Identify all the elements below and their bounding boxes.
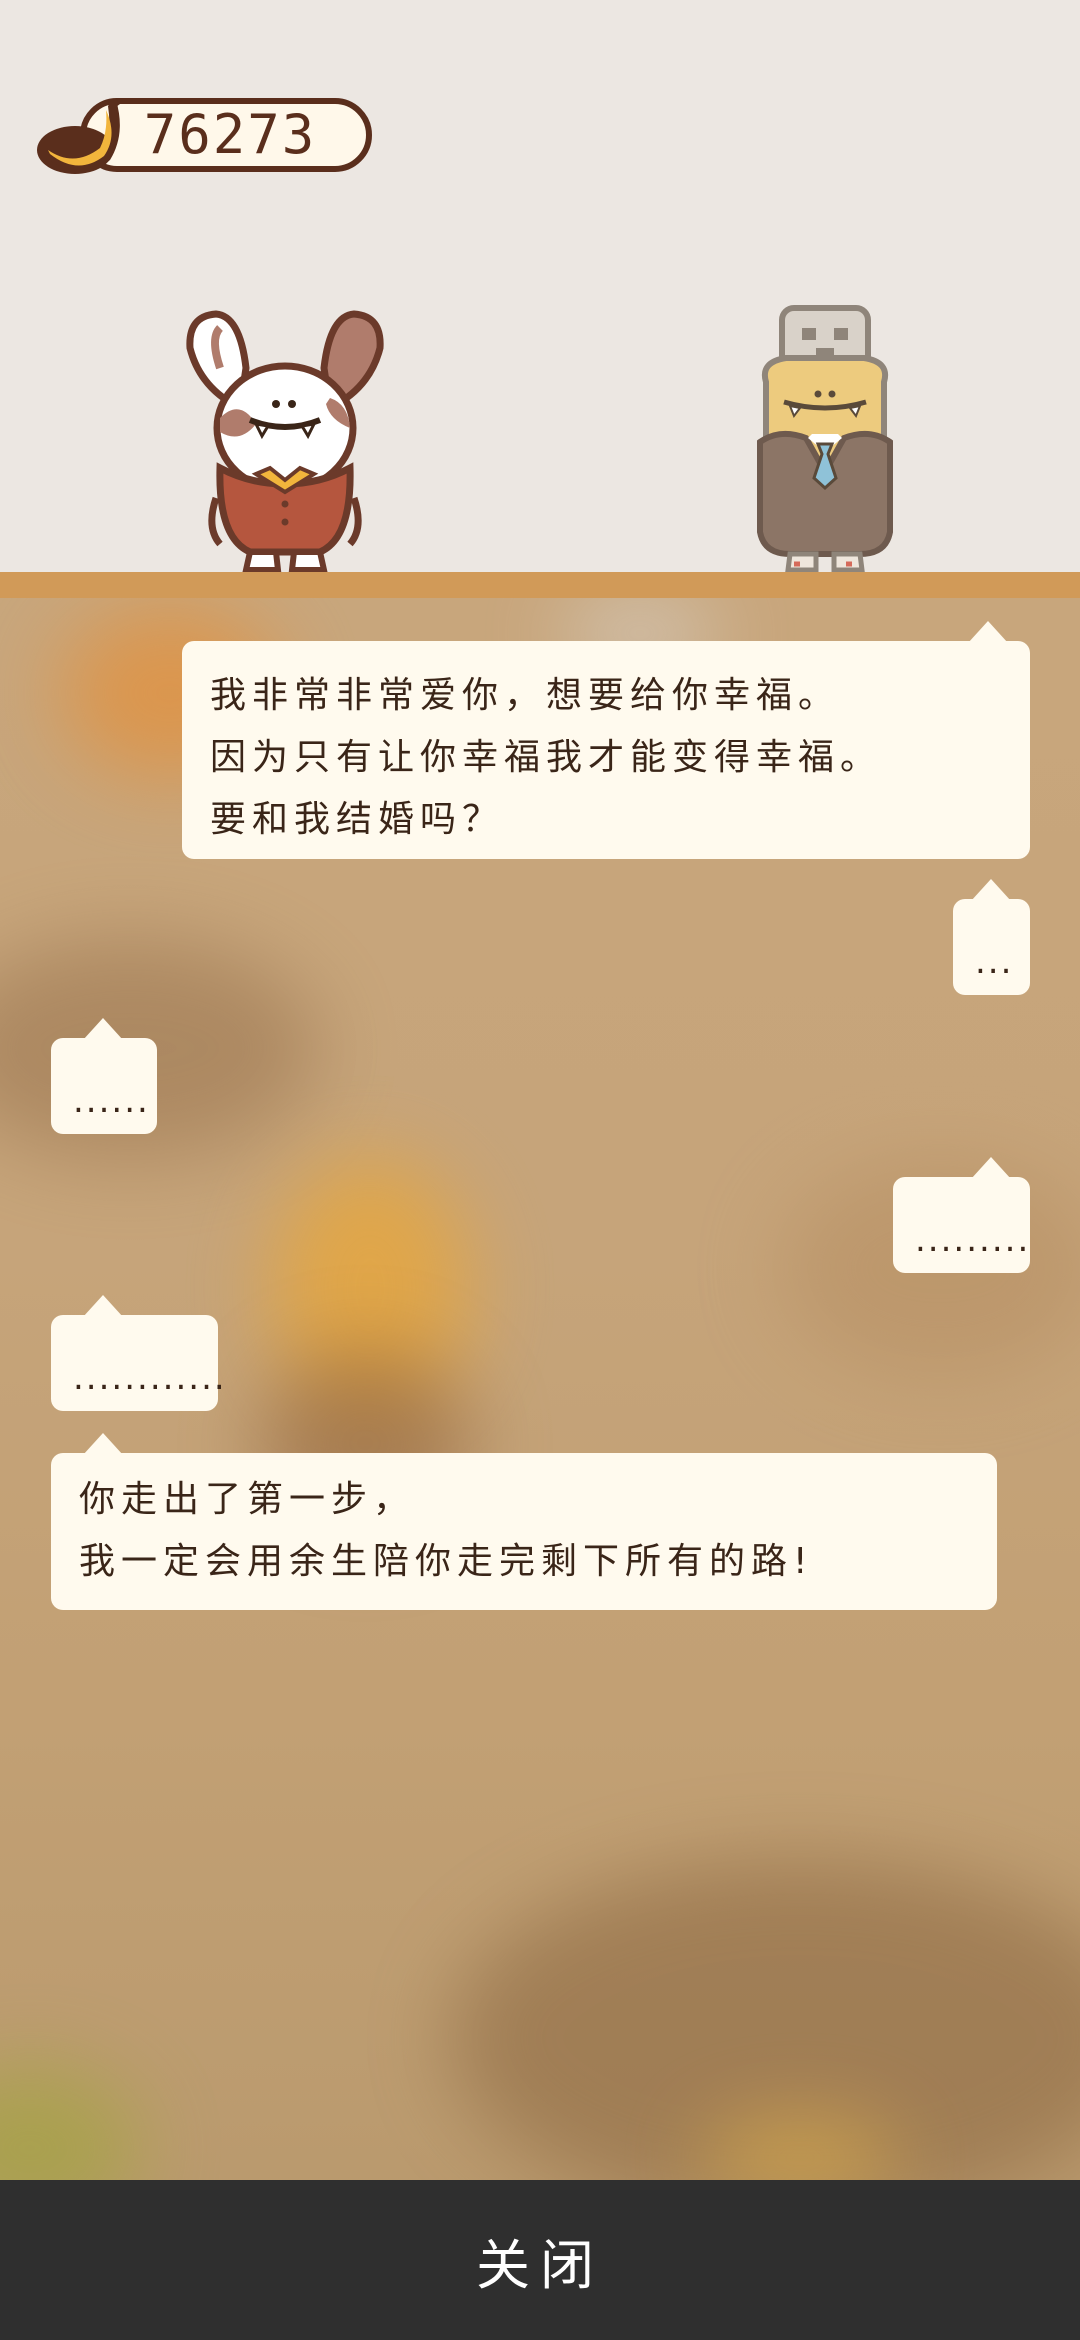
dialogue-bubble-dots-3: ......... (893, 1157, 1031, 1273)
dialogue-text: ............ (73, 1358, 227, 1398)
banana-icon (37, 98, 120, 174)
bubble-tail (83, 1018, 123, 1040)
dialogue-bubble-dots-2: ...... (51, 1018, 157, 1134)
wooden-shelf (0, 572, 1080, 598)
dialogue-bubble-reply: 你走出了第一步， 我一定会用余生陪你走完剩下所有的路! (51, 1433, 997, 1610)
dialogue-text: 我非常非常爱你，想要给你幸福。 因为只有让你幸福我才能变得幸福。 要和我结婚吗？ (210, 675, 883, 840)
dialogue-bubble-proposal: 我非常非常爱你，想要给你幸福。 因为只有让你幸福我才能变得幸福。 要和我结婚吗？ (182, 621, 1030, 859)
bunny-character[interactable] (180, 308, 390, 572)
dialogue-text: ... (975, 942, 1014, 982)
dialogue-text: ......... (915, 1220, 1031, 1260)
bubble-tail (968, 621, 1008, 643)
bubble-tail (971, 879, 1011, 901)
bubble-tail (83, 1295, 123, 1317)
banana-count: 76273 (143, 103, 317, 166)
dialogue-bubble-dots-4: ............ (51, 1295, 225, 1411)
close-bar[interactable]: 关闭 (0, 2180, 1080, 2340)
close-button[interactable]: 关闭 (476, 2221, 604, 2300)
dialogue-text: 你走出了第一步， 我一定会用余生陪你走完剩下所有的路! (79, 1479, 814, 1582)
banana-counter: 76273 (30, 92, 380, 180)
bubble-tail (971, 1157, 1011, 1179)
dialogue-bubble-dots-1: ... (953, 879, 1030, 995)
dialogue-text: ...... (73, 1081, 150, 1121)
bubble-tail (83, 1433, 123, 1455)
top-stage (0, 0, 1080, 572)
robot-businessman-character[interactable] (750, 302, 900, 572)
